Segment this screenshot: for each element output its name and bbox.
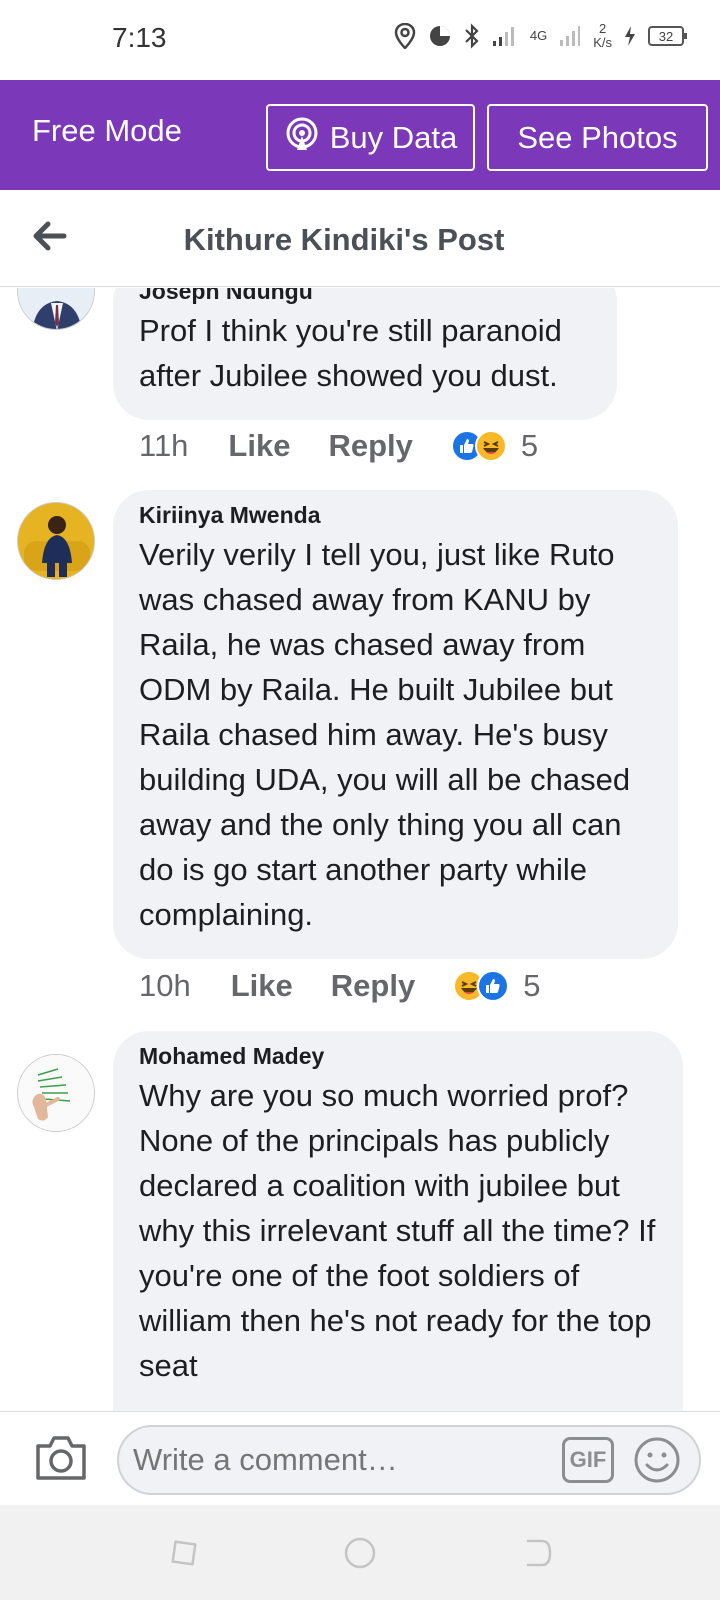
signal-icon-2	[559, 25, 581, 47]
like-icon	[477, 970, 510, 1002]
haha-icon	[474, 430, 507, 462]
reactions[interactable]	[453, 970, 510, 1002]
like-button[interactable]: Like	[231, 968, 293, 1004]
like-button[interactable]: Like	[228, 428, 290, 464]
comment-time[interactable]: 10h	[139, 968, 191, 1004]
reaction-count[interactable]: 5	[523, 968, 540, 1004]
battery-icon: 32	[648, 26, 687, 46]
camera-icon[interactable]	[34, 1432, 88, 1484]
network-type: 4G	[529, 28, 548, 43]
reaction-count[interactable]: 5	[521, 428, 538, 464]
signal-icon	[492, 25, 518, 47]
buy-data-label: Buy Data	[329, 119, 458, 155]
system-nav-bar	[0, 1505, 720, 1600]
recents-icon[interactable]	[166, 1535, 202, 1571]
comment-bubble[interactable]: Mohamed Madey Why are you so much worrie…	[113, 1031, 683, 1411]
emoji-icon[interactable]	[632, 1435, 682, 1485]
avatar[interactable]	[17, 288, 95, 330]
avatar[interactable]	[17, 502, 95, 580]
comment-bubble[interactable]: Joseph Ndungu Prof I think you're still …	[113, 288, 617, 420]
reply-button[interactable]: Reply	[328, 428, 412, 464]
status-time: 7:13	[112, 22, 167, 53]
status-bar: 7:13 4G 2 K/s 32	[0, 0, 720, 80]
free-mode-bar: Free Mode Buy Data See Photos	[0, 80, 720, 190]
reply-button[interactable]: Reply	[331, 968, 415, 1004]
comment-bubble[interactable]: Kiriinya Mwenda Verily verily I tell you…	[113, 490, 678, 959]
comment-text: Prof I think you're still paranoid after…	[139, 313, 562, 393]
comment-actions: 10h Like Reply 5	[139, 964, 540, 1008]
comment-author[interactable]: Kiriinya Mwenda	[139, 498, 652, 532]
comment-author[interactable]: Joseph Ndungu	[139, 288, 591, 308]
comments-list[interactable]: Joseph Ndungu Prof I think you're still …	[0, 288, 720, 1411]
home-icon[interactable]	[342, 1535, 378, 1571]
location-icon	[394, 23, 416, 49]
page-title: Kithure Kindiki's Post	[183, 222, 505, 257]
see-photos-label: See Photos	[517, 119, 678, 155]
free-mode-label: Free Mode	[32, 113, 182, 148]
comment-actions: 11h Like Reply 5	[139, 424, 538, 468]
network-speed: 2 K/s	[593, 21, 612, 50]
reactions[interactable]	[450, 430, 507, 462]
data-saver-icon	[428, 24, 452, 48]
comment-composer: GIF	[0, 1411, 720, 1505]
status-icons: 4G 2 K/s 32	[394, 21, 687, 50]
comment-time[interactable]: 11h	[139, 428, 188, 464]
back-icon[interactable]	[520, 1535, 556, 1571]
bluetooth-icon	[464, 23, 480, 49]
charging-icon	[624, 26, 636, 46]
buy-data-button[interactable]: Buy Data	[266, 104, 475, 171]
avatar[interactable]	[17, 1054, 95, 1132]
see-photos-button[interactable]: See Photos	[487, 104, 708, 171]
comment-text: Verily verily I tell you, just like Ruto…	[139, 537, 631, 932]
comment-author[interactable]: Mohamed Madey	[139, 1039, 657, 1073]
gif-button[interactable]: GIF	[562, 1437, 614, 1483]
post-header: Kithure Kindiki's Post	[0, 190, 720, 287]
comment-text: Why are you so much worried prof? None o…	[139, 1078, 656, 1383]
broadcast-icon	[284, 116, 320, 160]
